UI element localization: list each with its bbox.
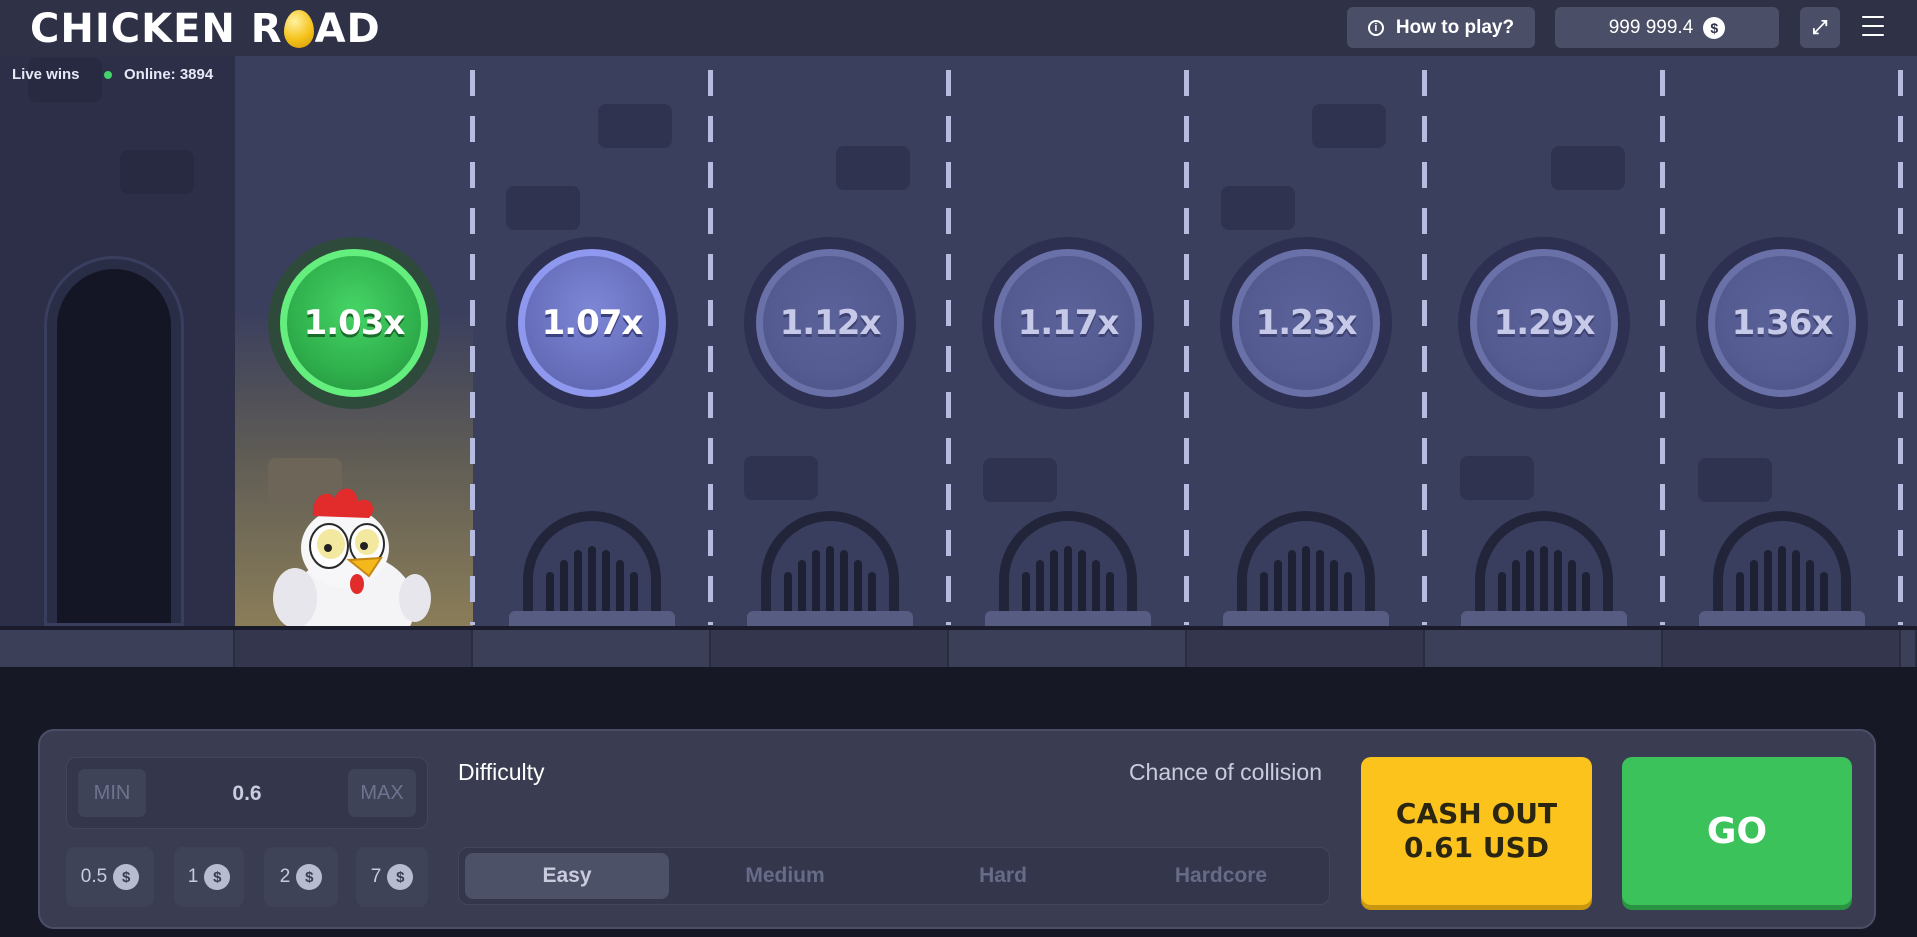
live-wins-toggle[interactable]: Live wins bbox=[12, 66, 80, 83]
difficulty-medium[interactable]: Medium bbox=[683, 853, 887, 899]
lane-divider bbox=[470, 70, 475, 625]
quick-bet-value: 1 bbox=[187, 866, 199, 887]
multiplier-label: 1.17x bbox=[1017, 303, 1120, 343]
multiplier-coin: 1.12x bbox=[744, 237, 916, 409]
multiplier-label: 1.29x bbox=[1493, 303, 1596, 343]
online-count: Online: 3894 bbox=[124, 66, 214, 83]
difficulty-easy[interactable]: Easy bbox=[465, 853, 669, 899]
grate-base bbox=[747, 611, 913, 626]
grate-base bbox=[509, 611, 675, 626]
game-logo: CHICKEN R AD bbox=[30, 6, 381, 52]
quick-bet-value: 0.5 bbox=[80, 866, 108, 887]
bet-amount-box: 0.6 MIN MAX bbox=[66, 757, 428, 829]
cash-out-button[interactable]: CASH OUT 0.61 USD bbox=[1361, 757, 1592, 905]
lane-divider bbox=[1898, 70, 1903, 625]
egg-icon bbox=[283, 10, 314, 48]
difficulty-hardcore[interactable]: Hardcore bbox=[1119, 853, 1323, 899]
sewer-grate bbox=[523, 511, 661, 626]
quick-bet-value: 7 bbox=[370, 866, 382, 887]
multiplier-coin: 1.23x bbox=[1220, 237, 1392, 409]
how-to-play-label: How to play? bbox=[1395, 16, 1515, 38]
difficulty-hard[interactable]: Hard bbox=[901, 853, 1105, 899]
min-bet-button[interactable]: MIN bbox=[78, 769, 146, 817]
balance-display: 999 999.4 $ bbox=[1555, 7, 1779, 48]
top-bar: CHICKEN R AD i How to play? 999 999.4 $ ⤢ bbox=[0, 0, 1917, 56]
dollar-coin-icon: $ bbox=[387, 864, 414, 890]
difficulty-label: Difficulty bbox=[458, 759, 545, 785]
balance-value: 999 999.4 bbox=[1608, 16, 1694, 38]
grate-base bbox=[1461, 611, 1627, 626]
chance-of-collision-label: Chance of collision bbox=[1128, 759, 1322, 785]
quick-bet-chip[interactable]: 1 $ bbox=[174, 847, 244, 907]
quick-bet-value: 2 bbox=[279, 866, 291, 887]
multiplier-coin: 1.36x bbox=[1696, 237, 1868, 409]
lane-divider bbox=[1660, 70, 1665, 625]
game-scene: Live wins Online: 3894 1.03x 1.07x 1.12x 1.… bbox=[0, 56, 1917, 626]
multiplier-label: 1.07x bbox=[541, 303, 644, 343]
lane-divider bbox=[1184, 70, 1189, 625]
quick-bet-chip[interactable]: 2 $ bbox=[264, 847, 338, 907]
sewer-grate bbox=[999, 511, 1137, 626]
multiplier-label: 1.36x bbox=[1731, 303, 1834, 343]
dollar-coin-icon: $ bbox=[113, 864, 140, 890]
sewer-grate bbox=[1475, 511, 1613, 626]
dollar-coin-icon: $ bbox=[1703, 16, 1726, 39]
fullscreen-icon: ⤢ bbox=[1812, 16, 1828, 38]
grate-base bbox=[1223, 611, 1389, 626]
multiplier-coin: 1.17x bbox=[982, 237, 1154, 409]
multiplier-coin: 1.07x bbox=[506, 237, 678, 409]
online-dot-icon bbox=[104, 70, 112, 79]
multiplier-coin: 1.29x bbox=[1458, 237, 1630, 409]
dollar-coin-icon: $ bbox=[204, 864, 231, 890]
grate-base bbox=[985, 611, 1151, 626]
dollar-coin-icon: $ bbox=[296, 864, 323, 890]
cash-out-label: CASH OUT bbox=[1395, 797, 1558, 830]
lane-divider bbox=[708, 70, 713, 625]
online-counter: Online: 3894 bbox=[104, 66, 213, 83]
max-bet-button[interactable]: MAX bbox=[348, 769, 416, 817]
grate-base bbox=[1699, 611, 1865, 626]
how-to-play-button[interactable]: i How to play? bbox=[1347, 7, 1535, 48]
lane-divider bbox=[1422, 70, 1427, 625]
info-icon: i bbox=[1367, 19, 1384, 36]
fullscreen-button[interactable]: ⤢ bbox=[1800, 7, 1840, 48]
chicken-character bbox=[273, 488, 431, 626]
multiplier-label: 1.23x bbox=[1255, 303, 1358, 343]
multiplier-label: 1.03x bbox=[303, 303, 406, 343]
quick-bet-chip[interactable]: 7 $ bbox=[356, 847, 428, 907]
logo-text-right: AD bbox=[314, 6, 381, 52]
multiplier-label: 1.12x bbox=[779, 303, 882, 343]
sewer-grate bbox=[1237, 511, 1375, 626]
hamburger-menu-icon[interactable] bbox=[1862, 16, 1884, 36]
control-panel: 0.6 MIN MAX 0.5 $ 1 $ 2 $ 7 $ Difficulty… bbox=[38, 729, 1876, 929]
lane-divider bbox=[946, 70, 951, 625]
difficulty-selector: Easy Medium Hard Hardcore bbox=[458, 847, 1330, 905]
kerb bbox=[0, 630, 1917, 667]
start-door bbox=[44, 256, 184, 626]
start-zone bbox=[0, 56, 235, 626]
quick-bet-chip[interactable]: 0.5 $ bbox=[66, 847, 154, 907]
logo-text-left: CHICKEN R bbox=[30, 6, 283, 52]
sewer-grate bbox=[1713, 511, 1851, 626]
go-button[interactable]: GO bbox=[1622, 757, 1852, 905]
current-multiplier-coin: 1.03x bbox=[268, 237, 440, 409]
cash-out-amount: 0.61 USD bbox=[1404, 831, 1549, 864]
sewer-grate bbox=[761, 511, 899, 626]
